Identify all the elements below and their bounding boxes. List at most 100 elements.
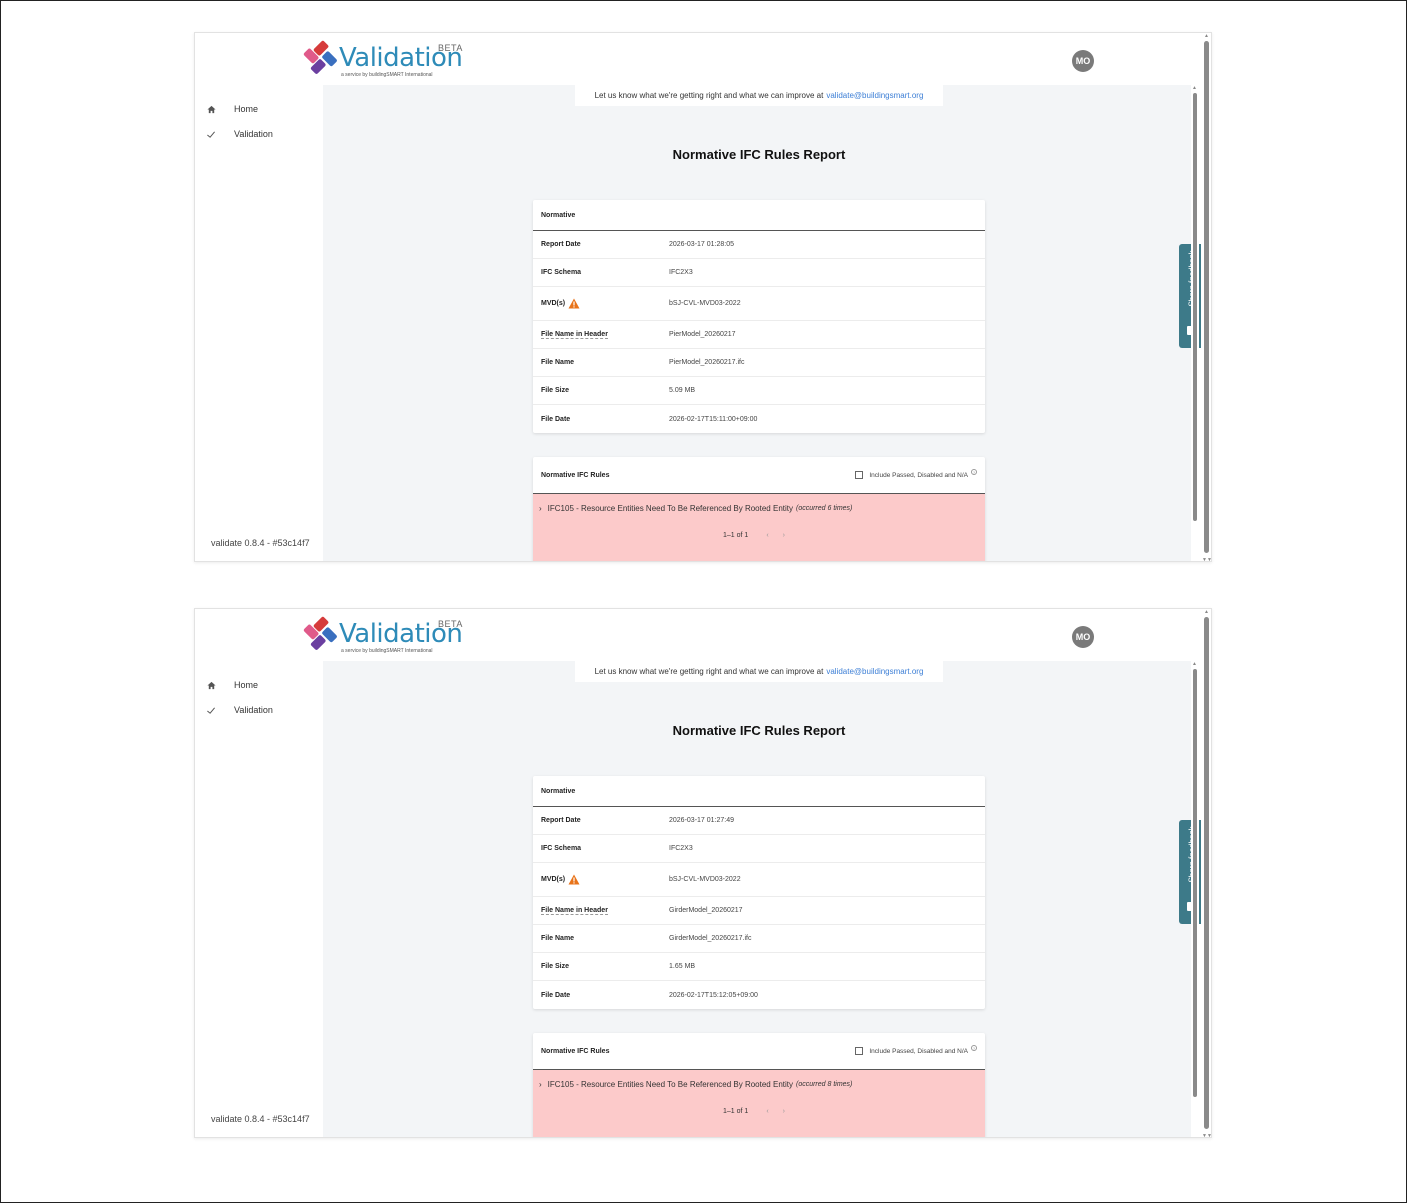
row-mvds: MVD(s) bSJ-CVL-MVD03-2022 [533,287,985,321]
buildingsmart-logo-icon [303,616,337,650]
row-file-name-header: File Name in Header GirderModel_20260217 [533,897,985,925]
label-mvds-wrap: MVD(s) [533,874,669,885]
rules-title: Normative IFC Rules [541,1047,610,1055]
feedback-banner: Let us know what we're getting right and… [575,661,943,682]
user-avatar[interactable]: MO [1072,626,1094,648]
buildingsmart-logo-icon [303,40,337,74]
value-report-date: 2026-03-17 01:28:05 [669,241,734,248]
normative-info-card: Normative Report Date 2026-03-17 01:28:0… [533,200,985,433]
pagination-label: 1–1 of 1 [723,532,749,539]
label-ifc-schema: IFC Schema [541,845,582,852]
scroll-down-icon[interactable]: ▼▼ [1202,1133,1211,1137]
row-mvds: MVD(s) bSJ-CVL-MVD03-2022 [533,863,985,897]
label-file-date: File Date [541,991,571,999]
outer-scroll-thumb[interactable] [1204,41,1209,553]
browser-window-girder: Validation a service by buildingSMART In… [194,608,1212,1138]
card-title: Normative [533,200,985,231]
pagination: 1–1 of 1 ‹ › [723,1108,785,1115]
label-file-name-header[interactable]: File Name in Header [541,907,608,915]
include-passed-toggle[interactable]: Include Passed, Disabled and N/A ? [855,1045,977,1055]
label-report-date: Report Date [541,241,581,248]
outer-scrollbar[interactable]: ▲ ▼▼ [1201,609,1211,1137]
rules-title: Normative IFC Rules [541,471,610,479]
feedback-email-link[interactable]: validate@buildingsmart.org [826,667,923,676]
feedback-email-link[interactable]: validate@buildingsmart.org [826,91,923,100]
user-avatar[interactable]: MO [1072,50,1094,72]
outer-scroll-thumb[interactable] [1204,617,1209,1129]
outer-scrollbar[interactable]: ▲ ▼▼ [1201,33,1211,561]
help-icon[interactable]: ? [971,469,977,475]
next-page-icon[interactable]: › [783,1108,785,1115]
row-file-size: File Size 1.65 MB [533,953,985,981]
row-report-date: Report Date 2026-03-17 01:27:49 [533,807,985,835]
scroll-up-icon[interactable]: ▲ [1192,661,1197,667]
scroll-up-icon[interactable]: ▲ [1192,85,1197,91]
row-file-size: File Size 5.09 MB [533,377,985,405]
label-file-size: File Size [541,387,570,394]
feedback-banner: Let us know what we're getting right and… [575,85,943,106]
rule-occurrences: (occurred 8 times) [795,1081,853,1088]
include-checkbox[interactable] [855,1047,864,1055]
inner-scroll-thumb[interactable] [1193,93,1197,521]
value-mvds: bSJ-CVL-MVD03-2022 [669,300,741,307]
value-file-size: 5.09 MB [669,387,696,394]
sidebar-item-label: Validation [234,129,273,139]
value-ifc-schema: IFC2X3 [669,269,693,276]
include-passed-toggle[interactable]: Include Passed, Disabled and N/A ? [855,469,977,479]
label-ifc-schema: IFC Schema [541,269,582,276]
chevron-right-icon[interactable]: › [539,504,542,513]
rules-header: Normative IFC Rules Include Passed, Disa… [533,1033,985,1070]
row-file-name: File Name GirderModel_20260217.ifc [533,925,985,953]
sidebar-item-validation[interactable]: Validation [205,702,273,718]
beta-badge: BETA [438,43,463,53]
version-label: validate 0.8.4 - #53c14f7 [211,1114,310,1124]
label-file-name-header[interactable]: File Name in Header [541,331,608,339]
scroll-up-icon[interactable]: ▲ [1204,33,1209,39]
scroll-up-icon[interactable]: ▲ [1204,609,1209,615]
value-file-name: GirderModel_20260217.ifc [669,935,752,942]
scroll-down-icon[interactable]: ▼▼ [1202,557,1211,561]
chevron-right-icon[interactable]: › [539,1080,542,1089]
prev-page-icon[interactable]: ‹ [766,532,768,539]
rule-line[interactable]: › IFC105 - Resource Entities Need To Be … [539,1080,852,1089]
sidebar-item-label: Home [234,104,259,114]
rule-occurrences: (occurred 6 times) [795,505,853,512]
value-file-name-header: PierModel_20260217 [669,331,736,338]
main-content: Let us know what we're getting right and… [323,661,1195,1137]
version-label: validate 0.8.4 - #53c14f7 [211,538,310,548]
sidebar-item-home[interactable]: Home [205,677,258,693]
help-icon[interactable]: ? [971,1045,977,1051]
inner-scroll-thumb[interactable] [1193,669,1197,1097]
next-page-icon[interactable]: › [783,532,785,539]
warning-icon[interactable] [568,874,580,885]
inner-scrollbar[interactable]: ▲ [1191,661,1199,1137]
sidebar-item-validation[interactable]: Validation [205,126,273,142]
logo-subtitle: a service by buildingSMART International [341,72,433,78]
include-checkbox[interactable] [855,471,864,479]
label-file-name: File Name [541,359,575,366]
sidebar: Home Validation validate 0.8.4 - #53c14f… [195,661,323,1137]
prev-page-icon[interactable]: ‹ [766,1108,768,1115]
check-icon [205,128,217,140]
home-icon [205,679,217,691]
rule-row-ifc105[interactable]: › IFC105 - Resource Entities Need To Be … [533,494,985,561]
page-title: Normative IFC Rules Report [672,723,846,738]
sidebar-item-home[interactable]: Home [205,101,258,117]
value-ifc-schema: IFC2X3 [669,845,693,852]
value-file-date: 2026-02-17T15:11:00+09:00 [669,415,758,423]
sidebar: Home Validation validate 0.8.4 - #53c14f… [195,85,323,561]
row-file-date: File Date 2026-02-17T15:12:05+09:00 [533,981,985,1009]
page-title: Normative IFC Rules Report [672,147,846,162]
inner-scrollbar[interactable]: ▲ [1191,85,1199,561]
home-icon [205,103,217,115]
rule-text: IFC105 - Resource Entities Need To Be Re… [547,504,793,513]
include-label: Include Passed, Disabled and N/A [869,471,968,479]
include-label: Include Passed, Disabled and N/A [869,1047,968,1055]
label-mvds: MVD(s) [541,300,566,307]
rule-line[interactable]: › IFC105 - Resource Entities Need To Be … [539,504,852,513]
label-file-name-header-wrap: File Name in Header [533,907,669,915]
app-header: Validation a service by buildingSMART In… [195,609,1195,661]
rule-row-ifc105[interactable]: › IFC105 - Resource Entities Need To Be … [533,1070,985,1137]
warning-icon[interactable] [568,298,580,309]
normative-info-card: Normative Report Date 2026-03-17 01:27:4… [533,776,985,1009]
